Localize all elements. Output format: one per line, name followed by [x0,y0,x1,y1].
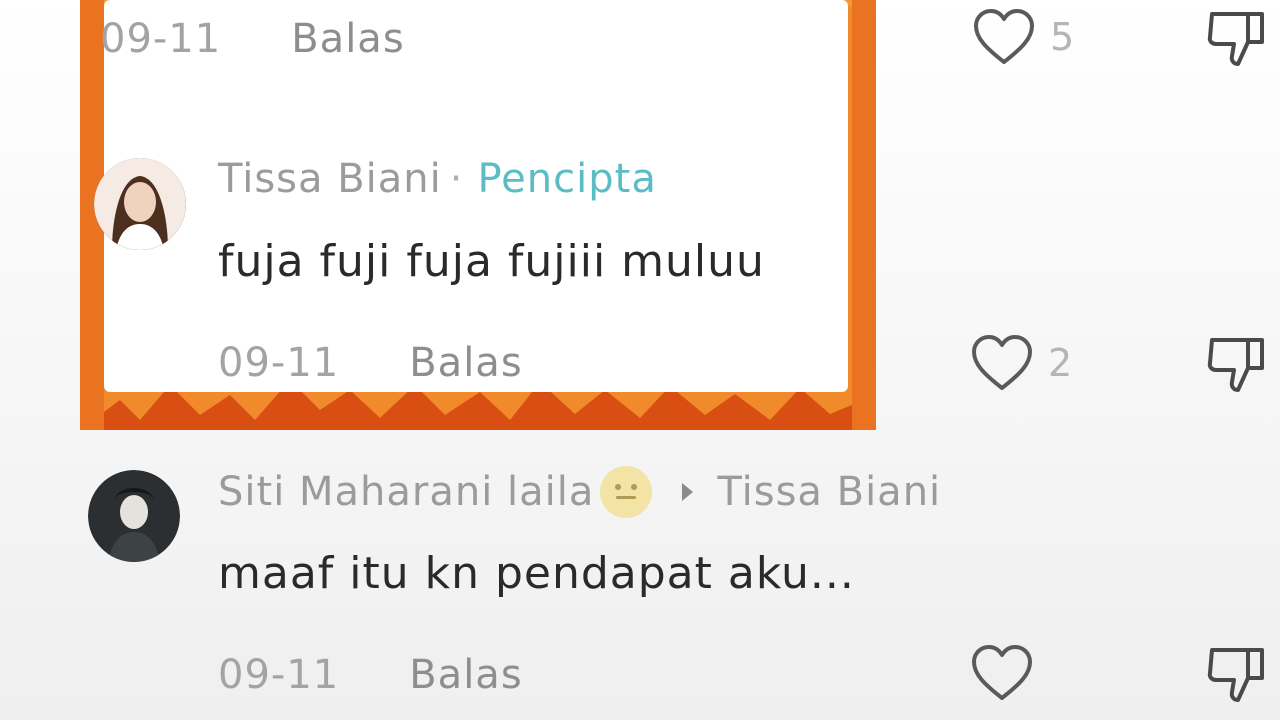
comment-thread: 09-11 Balas 5 Tissa Biani · Pencipta fuj… [0,0,1280,720]
comment-meta: 09-11 Balas [218,652,523,698]
creator-badge: Pencipta [477,156,657,202]
comment-text: fuja fuji fuja fujiii muluu [218,236,765,287]
username[interactable]: Siti Maharani laila [218,469,594,515]
avatar-image [94,158,186,250]
separator: · [449,156,464,202]
reply-button[interactable]: Balas [409,652,522,698]
heart-icon [974,9,1034,64]
dislike-icon [1207,338,1264,392]
comment-meta: 09-11 Balas [218,340,523,386]
emoji-icon [600,466,653,518]
like-button[interactable] [970,644,1048,702]
heart-icon [972,645,1032,700]
avatar[interactable] [94,158,186,250]
dislike-icon [1207,648,1264,702]
like-button[interactable]: 2 [970,334,1072,392]
reply-button[interactable]: Balas [291,16,404,62]
avatar-image [88,470,180,562]
dislike-button[interactable] [1204,334,1268,398]
heart-icon [972,335,1032,390]
comment-date: 09-11 [100,16,222,62]
comment-header: Siti Maharani laila Tissa Biani [218,466,941,518]
dislike-icon [1207,12,1264,66]
comment-header: Tissa Biani · Pencipta [218,156,657,202]
arrow-right-icon [682,483,694,501]
avatar[interactable] [88,470,180,562]
like-count: 2 [1048,341,1073,385]
reply-to-username[interactable]: Tissa Biani [717,469,941,515]
dislike-button[interactable] [1204,8,1268,72]
top-comment-meta: 09-11 Balas [100,16,405,62]
like-button[interactable]: 5 [972,8,1074,66]
like-count: 5 [1050,15,1075,59]
comment-date: 09-11 [218,340,340,386]
comment-text: maaf itu kn pendapat aku... [218,548,855,599]
comment-date: 09-11 [218,652,340,698]
reply-button[interactable]: Balas [409,340,522,386]
username[interactable]: Tissa Biani [218,156,442,202]
dislike-button[interactable] [1204,644,1268,708]
